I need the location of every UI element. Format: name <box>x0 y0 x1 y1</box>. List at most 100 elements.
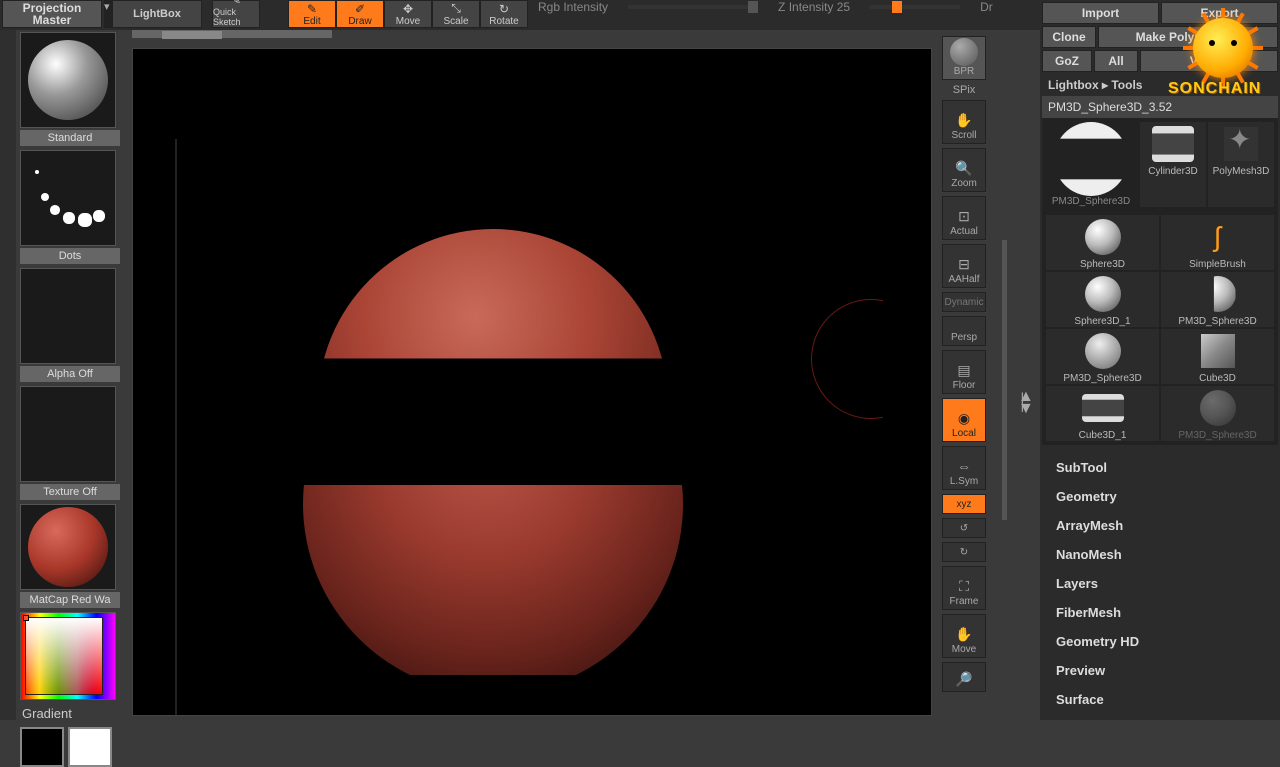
subpanel-fibermesh[interactable]: FiberMesh <box>1042 598 1278 627</box>
draw-size-label: Dr <box>980 0 993 14</box>
left-dock-strip[interactable] <box>0 30 16 720</box>
goz-visible-button[interactable]: Visible <box>1140 50 1278 72</box>
zoom-button[interactable]: 🔍Zoom <box>942 148 986 192</box>
floor-button[interactable]: ▤Floor <box>942 350 986 394</box>
panel-resize-handle[interactable]: ▲│▼ <box>1018 394 1034 412</box>
subpanel-geometry[interactable]: Geometry <box>1042 482 1278 511</box>
rgb-intensity-slider[interactable] <box>628 5 758 9</box>
subpanel-surface[interactable]: Surface <box>1042 685 1278 714</box>
mesh-bottom-half <box>303 314 683 694</box>
current-tool-name[interactable]: PM3D_Sphere3D_3.52 <box>1042 96 1278 118</box>
edit-button[interactable]: ✎ Edit <box>288 0 336 28</box>
stroke-label: Dots <box>20 248 120 264</box>
rotate-button[interactable]: ↻ Rotate <box>480 0 528 28</box>
alpha-label: Alpha Off <box>20 366 120 382</box>
canvas-move-button[interactable]: ✋Move <box>942 614 986 658</box>
draw-icon: ✐ <box>355 2 365 16</box>
tool-item-cube3d[interactable]: Cube3D <box>1161 329 1274 384</box>
right-dock-scrollbar[interactable] <box>1002 240 1007 520</box>
brush-thumbnail[interactable] <box>20 32 116 128</box>
scale-icon: ⤡ <box>451 1 461 16</box>
lightbox-button[interactable]: LightBox <box>112 0 202 28</box>
stroke-thumbnail[interactable] <box>20 150 116 246</box>
xyz-button[interactable]: xyz <box>942 494 986 514</box>
sphere-dim-icon <box>1200 390 1236 426</box>
subpanel-layers[interactable]: Layers <box>1042 569 1278 598</box>
canvas-extra-button[interactable]: 🔎 <box>942 662 986 692</box>
tool-item-cube3d-1[interactable]: Cube3D_1 <box>1046 386 1159 441</box>
gradient-label[interactable]: Gradient <box>20 700 120 727</box>
actual-icon: ⊡ <box>958 206 970 226</box>
tool-item-sphere3d-1[interactable]: Sphere3D_1 <box>1046 272 1159 327</box>
brush-label: Standard <box>20 130 120 146</box>
lsym-button[interactable]: ⇔L.Sym <box>942 446 986 490</box>
spix-label[interactable]: SPix <box>953 84 976 96</box>
current-tool-large[interactable]: PM3D_Sphere3D <box>1046 122 1136 207</box>
z-intensity-slider[interactable] <box>870 5 960 9</box>
aahalf-button[interactable]: ⊟AAHalf <box>942 244 986 288</box>
secondary-color-swatch[interactable] <box>20 727 64 767</box>
sphere-icon <box>1085 219 1121 255</box>
standard-brush-icon <box>28 40 108 120</box>
subpalette-list: SubTool Geometry ArrayMesh NanoMesh Laye… <box>1042 453 1278 714</box>
move-button[interactable]: ✥ Move <box>384 0 432 28</box>
rot-y-button[interactable]: ↺ <box>942 518 986 538</box>
persp-button[interactable]: Persp <box>942 316 986 346</box>
dropdown-arrow[interactable]: ▾ <box>104 0 112 28</box>
tool-item-polymesh3d[interactable]: PolyMesh3D <box>1208 122 1274 207</box>
tool-item-cylinder3d[interactable]: Cylinder3D <box>1140 122 1206 207</box>
rotate-z-icon: ↻ <box>960 547 968 558</box>
alpha-thumbnail[interactable] <box>20 268 116 364</box>
draw-button[interactable]: ✐ Draw <box>336 0 384 28</box>
move-icon: ✥ <box>403 2 413 16</box>
sphere-icon <box>1085 276 1121 312</box>
texture-thumbnail[interactable] <box>20 386 116 482</box>
sym-icon: ⇔ <box>957 456 971 476</box>
canvas-toolbar: BPR SPix ✋Scroll 🔍Zoom ⊡Actual ⊟AAHalf D… <box>940 36 988 692</box>
scale-button[interactable]: ⤡ Scale <box>432 0 480 28</box>
edit-icon: ✎ <box>307 2 317 16</box>
cube-half-icon <box>1082 394 1124 422</box>
column-guide <box>175 139 177 715</box>
clone-button[interactable]: Clone <box>1042 26 1096 48</box>
current-tool-icon <box>1054 122 1128 196</box>
color-picker[interactable] <box>20 612 116 700</box>
tool-item-pm3d-sphere-d[interactable]: PM3D_Sphere3D <box>1161 386 1274 441</box>
rot-z-button[interactable]: ↻ <box>942 542 986 562</box>
tool-breadcrumb[interactable]: Lightbox ▸ Tools <box>1042 74 1278 96</box>
local-button[interactable]: ◉Local <box>942 398 986 442</box>
subpanel-nanomesh[interactable]: NanoMesh <box>1042 540 1278 569</box>
goz-all-button[interactable]: All <box>1094 50 1138 72</box>
viewport-canvas[interactable] <box>132 48 932 716</box>
projection-master-button[interactable]: Projection Master <box>2 0 102 28</box>
controller-icon <box>1085 333 1121 369</box>
bpr-render-button[interactable]: BPR <box>942 36 986 80</box>
dots-stroke-icon <box>33 168 103 228</box>
tool-panel: Import Export Clone Make PolyMesh3D GoZ … <box>1040 0 1280 720</box>
tool-item-pm3d-sphere-b[interactable]: PM3D_Sphere3D <box>1161 272 1274 327</box>
make-polymesh-button[interactable]: Make PolyMesh3D <box>1098 26 1278 48</box>
sketch-icon: ✎ <box>231 0 241 7</box>
current-tool-label: PM3D_Sphere3D <box>1046 196 1136 207</box>
primary-color-swatch[interactable] <box>68 727 112 767</box>
quick-sketch-button[interactable]: ✎ Quick Sketch <box>212 0 260 28</box>
material-thumbnail[interactable] <box>20 504 116 590</box>
subpanel-geometryhd[interactable]: Geometry HD <box>1042 627 1278 656</box>
floor-icon: ▤ <box>957 360 970 380</box>
actual-button[interactable]: ⊡Actual <box>942 196 986 240</box>
star-icon <box>1224 127 1258 161</box>
frame-button[interactable]: ⛶Frame <box>942 566 986 610</box>
goz-button[interactable]: GoZ <box>1042 50 1092 72</box>
tool-item-simplebrush[interactable]: ʃSimpleBrush <box>1161 215 1274 270</box>
tool-item-pm3d-sphere-c[interactable]: PM3D_Sphere3D <box>1046 329 1159 384</box>
simple-brush-icon: ʃ <box>1201 220 1235 254</box>
dynamic-toggle[interactable]: Dynamic <box>942 292 986 312</box>
subpanel-arraymesh[interactable]: ArrayMesh <box>1042 511 1278 540</box>
subpanel-subtool[interactable]: SubTool <box>1042 453 1278 482</box>
subpanel-preview[interactable]: Preview <box>1042 656 1278 685</box>
tool-item-sphere3d[interactable]: Sphere3D <box>1046 215 1159 270</box>
export-button[interactable]: Export <box>1161 2 1278 24</box>
left-tray: Standard Dots Alpha Off Texture Off MatC… <box>20 32 120 767</box>
import-button[interactable]: Import <box>1042 2 1159 24</box>
scroll-button[interactable]: ✋Scroll <box>942 100 986 144</box>
